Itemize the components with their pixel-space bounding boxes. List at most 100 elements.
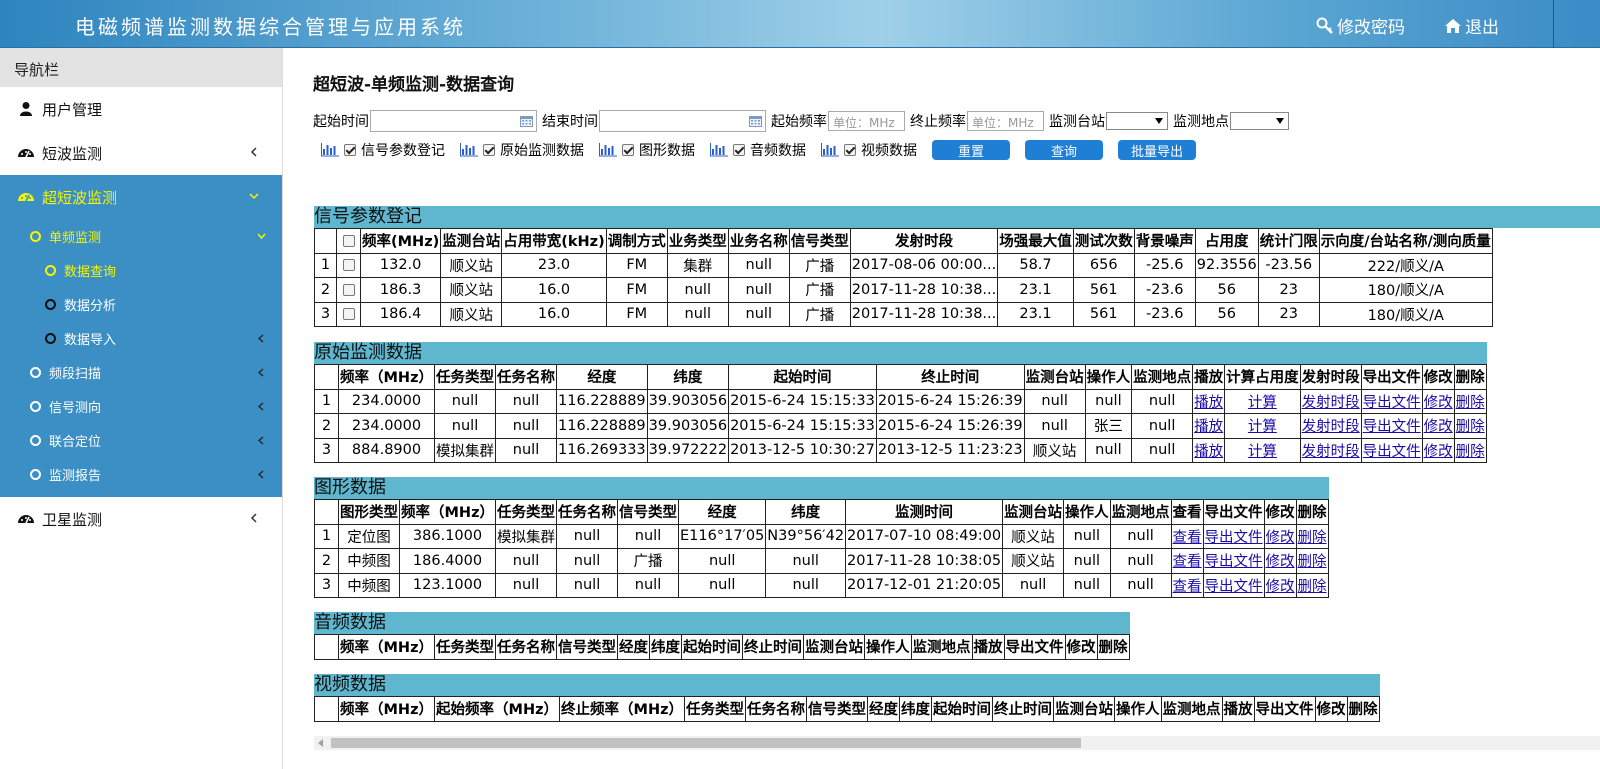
link-cell: 修改 (1263, 572, 1297, 598)
table-cell: 186.4 (359, 301, 442, 327)
link-cell: 发射时段 (1299, 413, 1362, 439)
table-link-0[interactable]: 播放 (1194, 444, 1223, 460)
scrollbar-thumb[interactable] (331, 738, 1081, 748)
table-link-0[interactable]: 播放 (1194, 419, 1223, 435)
logout-link[interactable]: 退出 (1444, 13, 1499, 38)
check-video-data[interactable]: 视频数据 (821, 140, 917, 160)
bar-chart-icon (599, 143, 617, 157)
table-cell: 2017-11-28 10:38... (849, 301, 999, 327)
circle-icon (30, 400, 41, 412)
end-time-input[interactable] (599, 110, 766, 132)
table-link-1[interactable]: 计算 (1248, 419, 1277, 435)
sidebar-item-satellite[interactable]: 卫星监测 (0, 497, 282, 541)
check-audio-data[interactable]: 音频数据 (710, 140, 806, 160)
table-link-5[interactable]: 删除 (1456, 395, 1485, 411)
table-link-0[interactable]: 播放 (1194, 395, 1223, 411)
table-cell: null (765, 572, 847, 598)
sidebar-item-data-analysis[interactable]: 数据分析 (0, 287, 282, 321)
table-link-0[interactable]: 查看 (1173, 579, 1202, 595)
sidebar-item-user-mgmt[interactable]: 用户管理 (0, 87, 282, 131)
table-link-2[interactable]: 发射时段 (1302, 395, 1360, 411)
table-cell: 23 (1257, 277, 1320, 303)
table-cell: 561 (1072, 301, 1135, 327)
select-all-checkbox[interactable] (342, 234, 355, 247)
checkbox[interactable] (622, 144, 634, 156)
check-signal-params[interactable]: 信号参数登记 (321, 140, 445, 160)
table-link-1[interactable]: 导出文件 (1205, 530, 1263, 546)
table-link-2[interactable]: 发射时段 (1302, 419, 1360, 435)
start-freq-input[interactable]: 单位：MHz (828, 111, 905, 131)
check-graph-data[interactable]: 图形数据 (599, 140, 695, 160)
check-raw-data[interactable]: 原始监测数据 (460, 140, 584, 160)
table-header: 修改 (1421, 364, 1455, 390)
table-header: 删除 (1346, 696, 1380, 722)
end-freq-input[interactable]: 单位：MHz (967, 111, 1044, 131)
checkbox[interactable] (483, 144, 495, 156)
table-link-3[interactable]: 导出文件 (1363, 419, 1421, 435)
table-cell: -25.6 (1133, 252, 1196, 278)
table-link-4[interactable]: 修改 (1424, 444, 1453, 460)
table-link-2[interactable]: 修改 (1266, 530, 1295, 546)
table-link-4[interactable]: 修改 (1424, 419, 1453, 435)
checkbox[interactable] (844, 144, 856, 156)
batch-export-button[interactable]: 批量导出 (1118, 140, 1196, 160)
table-cell: 234.0000 (337, 388, 436, 414)
reset-button[interactable]: 重置 (932, 140, 1010, 160)
table-cell: null (556, 572, 619, 598)
sidebar-item-single-freq[interactable]: 单频监测 (0, 219, 282, 253)
table-cell: 39.903056 (646, 413, 730, 439)
circle-icon (45, 332, 56, 344)
table-link-0[interactable]: 查看 (1173, 554, 1202, 570)
table-link-3[interactable]: 删除 (1298, 579, 1327, 595)
sidebar-item-ultrashort[interactable]: 超短波监测 (0, 175, 282, 219)
sidebar-item-data-import[interactable]: 数据导入 (0, 321, 282, 355)
table-link-0[interactable]: 查看 (1173, 530, 1202, 546)
table-link-1[interactable]: 导出文件 (1205, 554, 1263, 570)
table-cell: 116.228889 (556, 413, 648, 439)
link-cell: 导出文件 (1202, 523, 1265, 549)
table-link-2[interactable]: 修改 (1266, 579, 1295, 595)
sidebar-item-joint-loc[interactable]: 联合定位 (0, 423, 282, 457)
row-checkbox[interactable] (342, 308, 355, 321)
main-content: 超短波-单频监测-数据查询 起始时间 结束时间 起始频率 单位：MHz 终止频率… (284, 48, 1600, 769)
table-link-4[interactable]: 修改 (1424, 395, 1453, 411)
link-cell: 查看 (1170, 572, 1204, 598)
table-header: 监测地点 (910, 634, 973, 660)
location-select[interactable] (1230, 112, 1289, 130)
row-checkbox[interactable] (342, 283, 355, 296)
table-link-2[interactable]: 修改 (1266, 554, 1295, 570)
checkbox[interactable] (344, 144, 356, 156)
scroll-left-arrow-icon[interactable] (318, 739, 323, 747)
table-link-3[interactable]: 导出文件 (1363, 444, 1421, 460)
table-link-5[interactable]: 删除 (1456, 444, 1485, 460)
table-link-2[interactable]: 发射时段 (1302, 444, 1360, 460)
sidebar-item-direction[interactable]: 信号测向 (0, 389, 282, 423)
table-header: 起始频率（MHz） (434, 696, 561, 722)
table-header: 纬度 (899, 696, 933, 722)
sidebar-item-data-query[interactable]: 数据查询 (0, 253, 282, 287)
table-link-5[interactable]: 删除 (1456, 419, 1485, 435)
row-checkbox[interactable] (342, 259, 355, 272)
chevron-left-icon (250, 147, 257, 157)
change-password-link[interactable]: 修改密码 (1316, 13, 1405, 38)
horizontal-scrollbar[interactable] (314, 736, 1600, 750)
table-link-1[interactable]: 导出文件 (1205, 579, 1263, 595)
sidebar-item-shortwave[interactable]: 短波监测 (0, 131, 282, 175)
end-time-label: 结束时间 (542, 114, 598, 130)
start-time-input[interactable] (370, 110, 537, 132)
video-data-table: 频率（MHz） 起始频率（MHz） 终止频率（MHz） 任务类型 任务名称 信号类型 经度纬… (314, 696, 1380, 722)
chevron-down-icon (249, 193, 259, 200)
sidebar-item-band-scan[interactable]: 频段扫描 (0, 355, 282, 389)
station-select[interactable] (1106, 112, 1168, 130)
table-link-1[interactable]: 计算 (1248, 395, 1277, 411)
checkbox[interactable] (733, 144, 745, 156)
table-link-3[interactable]: 删除 (1298, 554, 1327, 570)
query-button[interactable]: 查询 (1025, 140, 1103, 160)
table-header: 起始时间 (681, 634, 744, 660)
table-link-3[interactable]: 导出文件 (1363, 395, 1421, 411)
table-link-3[interactable]: 删除 (1298, 530, 1327, 546)
table-cell: 2015-6-24 15:26:39 (875, 413, 1025, 439)
table-link-1[interactable]: 计算 (1248, 444, 1277, 460)
sidebar-item-report[interactable]: 监测报告 (0, 457, 282, 491)
table-header: 纬度 (646, 364, 730, 390)
